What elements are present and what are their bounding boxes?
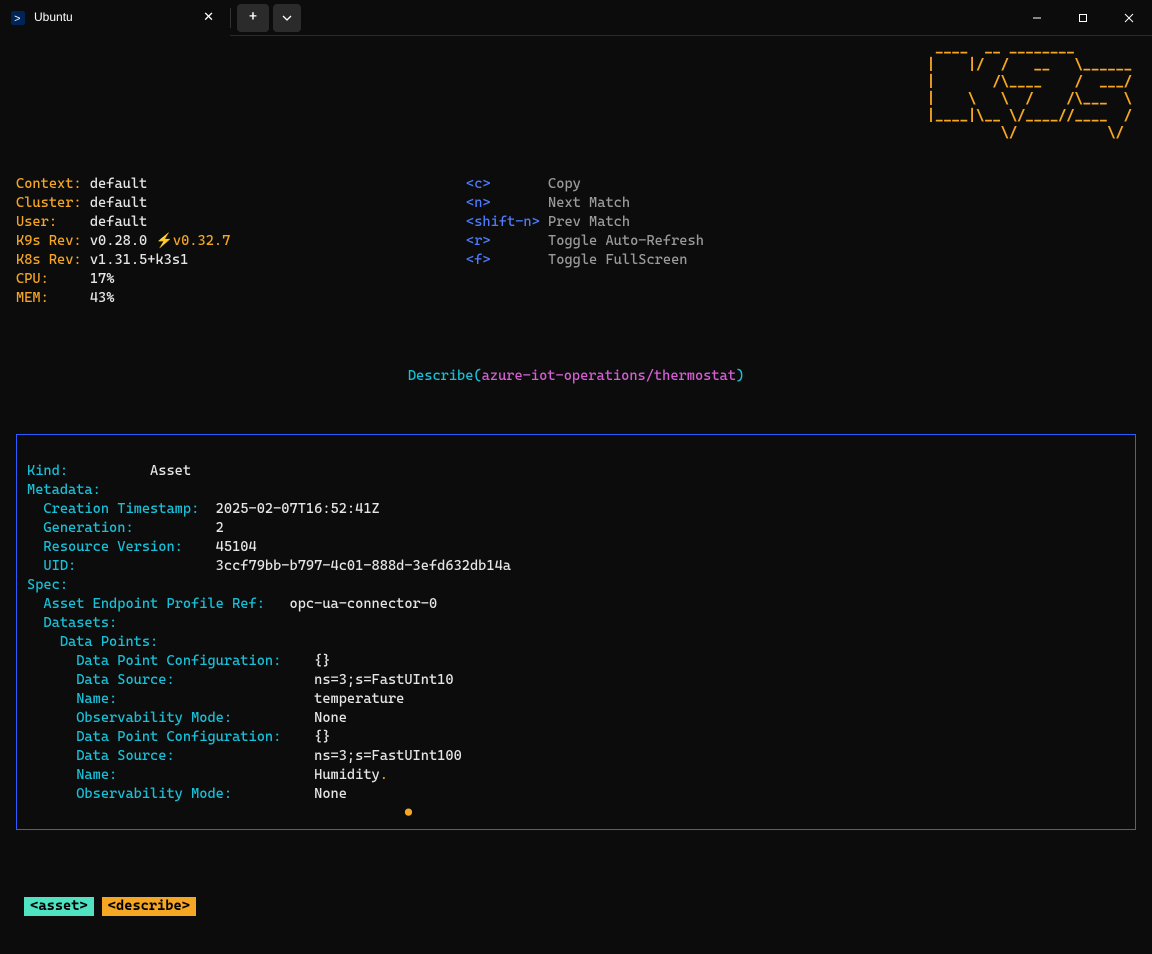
- uid-label: UID:: [43, 558, 76, 574]
- dp1-source: ns=3;s=FastUInt100: [314, 748, 462, 764]
- cluster-value: default: [90, 195, 147, 211]
- ct-value: 2025-02-07T16:52:41Z: [216, 501, 380, 517]
- k8s-rev-label: K8s Rev:: [16, 252, 82, 268]
- aep-label: Asset Endpoint Profile Ref:: [43, 596, 264, 612]
- dp0-source-label: Data Source:: [76, 672, 174, 688]
- metadata-label: Metadata:: [27, 482, 101, 498]
- context-value: default: [90, 176, 147, 192]
- terminal-icon: >: [10, 10, 26, 26]
- dp0-mode: None: [314, 710, 347, 726]
- ct-label: Creation Timestamp:: [43, 501, 199, 517]
- context-label: Context:: [16, 176, 82, 192]
- tab-title: Ubuntu: [34, 8, 73, 27]
- user-label: User:: [16, 214, 57, 230]
- dp1-config-label: Data Point Configuration:: [76, 729, 281, 745]
- hotkey-n-desc: Next Match: [548, 195, 630, 211]
- aep-value: opc-ua-connector-0: [290, 596, 438, 612]
- new-tab-button[interactable]: +: [237, 4, 269, 32]
- dp0-name: temperature: [314, 691, 404, 707]
- hotkey-shift-n-desc: Prev Match: [548, 214, 630, 230]
- maximize-button[interactable]: [1060, 0, 1106, 36]
- dp1-config: {}: [314, 729, 330, 745]
- window-controls: [1014, 0, 1152, 36]
- gen-label: Generation:: [43, 520, 133, 536]
- hotkey-c-desc: Copy: [548, 176, 581, 192]
- kind-value: Asset: [150, 463, 191, 479]
- hotkey-r-desc: Toggle Auto-Refresh: [548, 233, 704, 249]
- dp1-mode: None: [314, 786, 347, 802]
- rv-value: 45104: [216, 539, 257, 555]
- cluster-label: Cluster:: [16, 195, 82, 211]
- gen-value: 2: [216, 520, 224, 536]
- hotkey-c: <c>: [466, 176, 491, 192]
- hotkey-f-desc: Toggle FullScreen: [548, 252, 687, 268]
- tab-dropdown-button[interactable]: [273, 4, 301, 32]
- mem-label: MEM:: [16, 290, 49, 306]
- k9s-ascii-logo: ____ __ ________ | |/ / __ \______ | /\_…: [927, 40, 1132, 142]
- cpu-label: CPU:: [16, 271, 49, 287]
- scroll-indicator-icon: ●: [404, 805, 412, 821]
- k9s-rev-label: K9s Rev:: [16, 233, 82, 249]
- hotkey-hints: <c> Copy <n> Next Match <shift-n> Prev M…: [466, 156, 786, 308]
- describe-box: Kind: Asset Metadata: Creation Timestamp…: [16, 434, 1136, 830]
- describe-prefix: Describe(: [408, 368, 482, 384]
- crumb-describe[interactable]: <describe>: [102, 897, 196, 916]
- dp1-source-label: Data Source:: [76, 748, 174, 764]
- svg-text:>: >: [14, 14, 21, 26]
- hotkey-n: <n>: [466, 195, 491, 211]
- user-value: default: [90, 214, 147, 230]
- describe-suffix: ): [736, 368, 744, 384]
- k8s-rev-value: v1.31.5+k3s1: [90, 252, 188, 268]
- close-window-button[interactable]: [1106, 0, 1152, 36]
- update-bolt-icon: ⚡: [155, 233, 172, 249]
- hotkey-f: <f>: [466, 252, 491, 268]
- dp1-name-label: Name:: [76, 767, 117, 783]
- dp0-config: {}: [314, 653, 330, 669]
- minimize-button[interactable]: [1014, 0, 1060, 36]
- crumb-asset[interactable]: <asset>: [24, 897, 93, 916]
- scroll-indicator-icon: .: [380, 767, 388, 783]
- kind-label: Kind:: [27, 463, 68, 479]
- window-titlebar: > Ubuntu ✕ +: [0, 0, 1152, 36]
- spec-label: Spec:: [27, 577, 68, 593]
- tab-close-button[interactable]: ✕: [199, 6, 218, 29]
- tab-separator: [230, 8, 231, 28]
- describe-title: Describe(azure-iot-operations/thermostat…: [16, 367, 1136, 386]
- k9s-rev-value: v0.28.0: [90, 233, 147, 249]
- dp1-name: Humidity: [314, 767, 380, 783]
- k9s-update-version: v0.32.7: [173, 233, 230, 249]
- terminal-content[interactable]: ____ __ ________ | |/ / __ \______ | /\_…: [0, 36, 1152, 615]
- dp0-name-label: Name:: [76, 691, 117, 707]
- dp1-mode-label: Observability Mode:: [76, 786, 232, 802]
- dp0-source: ns=3;s=FastUInt10: [314, 672, 453, 688]
- tab-ubuntu[interactable]: > Ubuntu ✕: [0, 0, 230, 36]
- describe-path: azure-iot-operations/thermostat: [482, 368, 736, 384]
- datasets-label: Datasets:: [43, 615, 117, 631]
- rv-label: Resource Version:: [43, 539, 182, 555]
- mem-value: 43%: [90, 290, 115, 306]
- datapoints-label: Data Points:: [60, 634, 158, 650]
- hotkey-r: <r>: [466, 233, 491, 249]
- breadcrumb: <asset> <describe>: [16, 897, 1136, 916]
- dp0-mode-label: Observability Mode:: [76, 710, 232, 726]
- cpu-value: 17%: [90, 271, 115, 287]
- dp0-config-label: Data Point Configuration:: [76, 653, 281, 669]
- uid-value: 3ccf79bb-b797-4c01-888d-3efd632db14a: [216, 558, 511, 574]
- hotkey-shift-n: <shift-n>: [466, 214, 540, 230]
